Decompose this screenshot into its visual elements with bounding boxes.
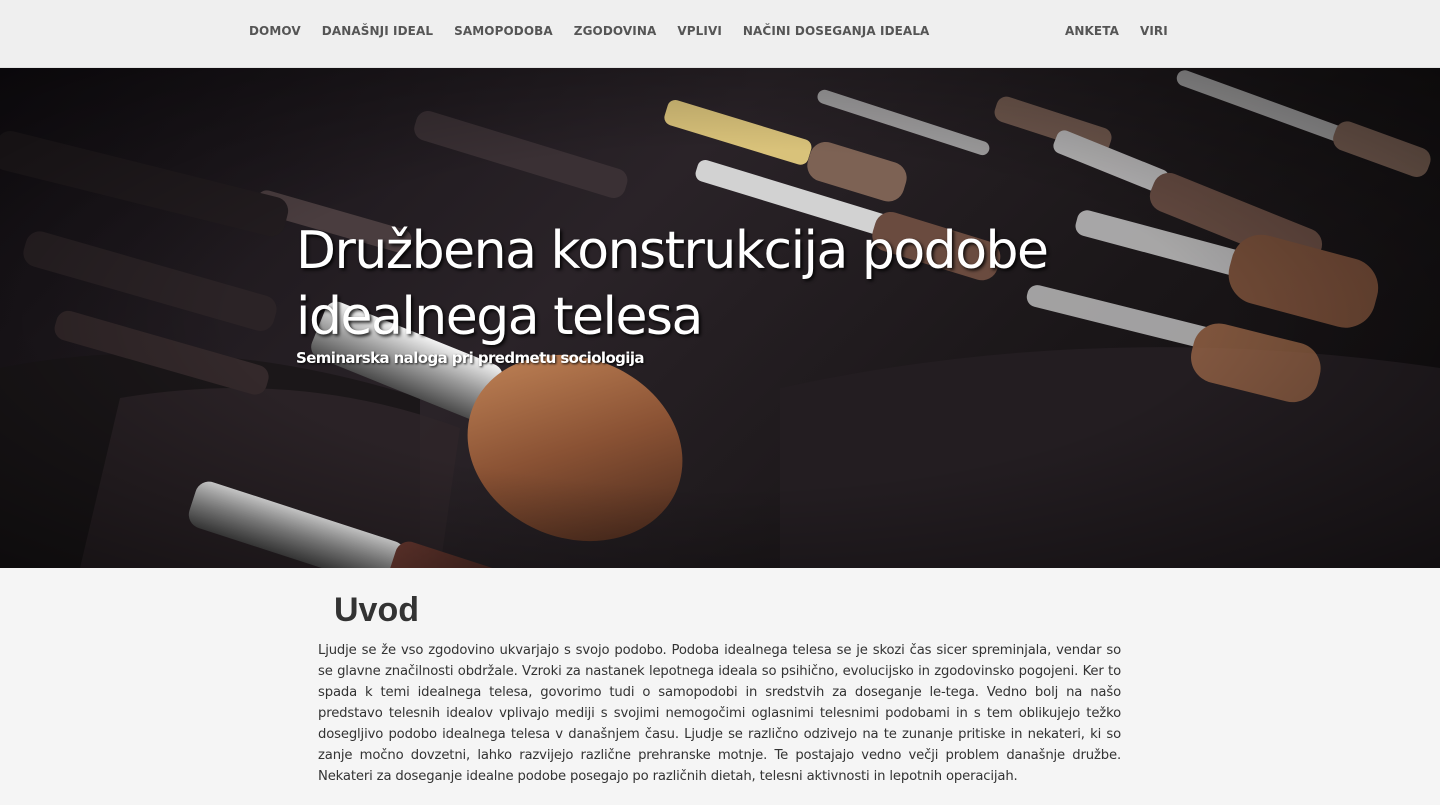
hero-title: Družbena konstrukcija podobe idealnega t… — [296, 218, 1196, 350]
secondary-menu: ANKETA VIRI — [1065, 0, 1189, 62]
nav-item-danasnji-ideal[interactable]: DANAŠNJI IDEAL — [322, 24, 433, 38]
nav-item-viri[interactable]: VIRI — [1140, 24, 1168, 38]
intro-section: Uvod Ljudje se že vso zgodovino ukvarjaj… — [318, 590, 1121, 787]
hero-title-line-2: idealnega telesa — [296, 287, 703, 347]
main-menu: DOMOV DANAŠNJI IDEAL SAMOPODOBA ZGODOVIN… — [249, 0, 950, 62]
hero-subtitle: Seminarska naloga pri predmetu sociologi… — [296, 349, 645, 367]
section-heading-uvod: Uvod — [334, 591, 419, 629]
nav-item-domov[interactable]: DOMOV — [249, 24, 301, 38]
intro-paragraph: Ljudje se že vso zgodovino ukvarjajo s s… — [318, 643, 1121, 784]
nav-item-zgodovina[interactable]: ZGODOVINA — [574, 24, 657, 38]
nav-item-nacini-doseganja-ideala[interactable]: NAČINI DOSEGANJA IDEALA — [743, 24, 930, 38]
hero-title-line-1: Družbena konstrukcija podobe — [296, 221, 1049, 281]
hero-banner: Družbena konstrukcija podobe idealnega t… — [0, 68, 1440, 568]
nav-item-samopodoba[interactable]: SAMOPODOBA — [454, 24, 553, 38]
nav-item-vplivi[interactable]: VPLIVI — [677, 24, 722, 38]
top-navigation-bar: DOMOV DANAŠNJI IDEAL SAMOPODOBA ZGODOVIN… — [0, 0, 1440, 68]
nav-item-anketa[interactable]: ANKETA — [1065, 24, 1119, 38]
